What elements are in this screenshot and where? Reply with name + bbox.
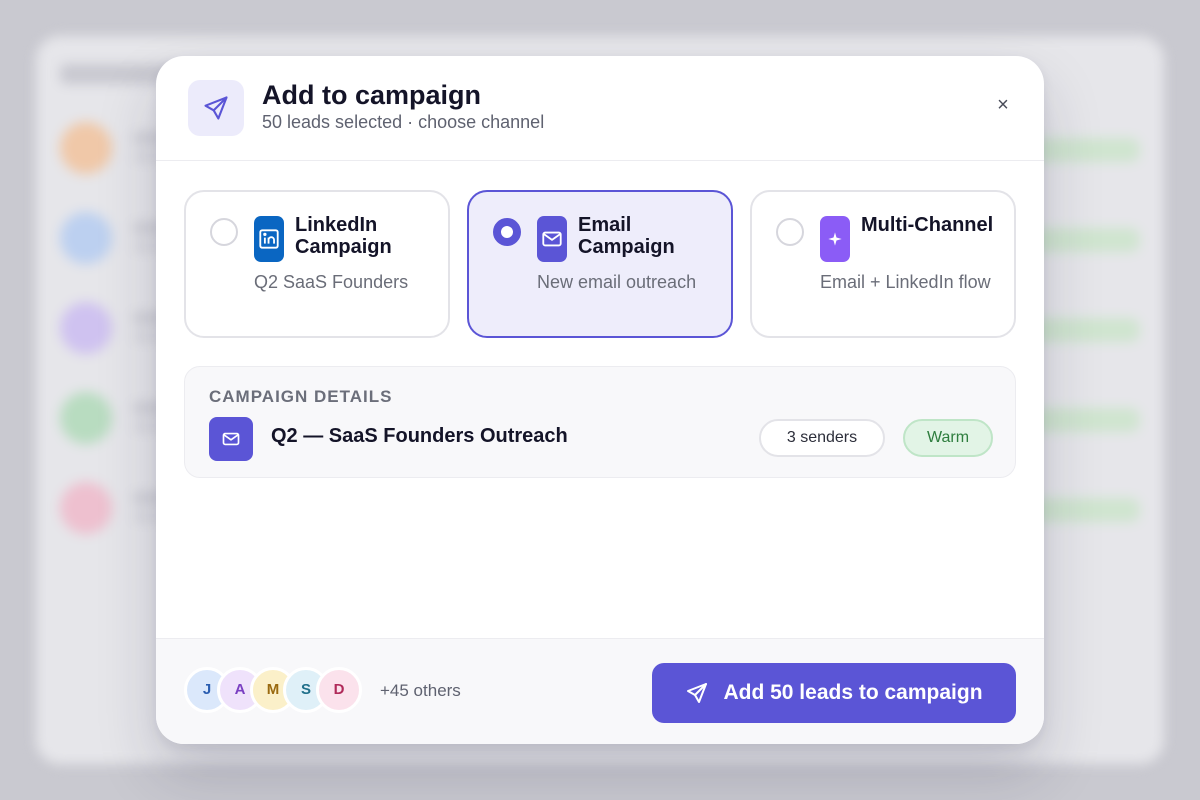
radio-email[interactable] — [493, 218, 521, 246]
campaign-name: Q2 — SaaS Founders Outreach — [271, 425, 568, 447]
modal-title: Add to campaign — [262, 80, 482, 110]
campaign-details: CAMPAIGN DETAILS Q2 — SaaS Founders Outr… — [184, 366, 1016, 478]
status-badge: Warm — [903, 419, 993, 457]
add-to-campaign-modal: Add to campaign 50 leads selected · choo… — [156, 56, 1044, 744]
channel-title: Email Campaign — [578, 214, 675, 258]
mail-icon — [209, 417, 253, 461]
channel-title: Multi-Channel — [861, 214, 994, 236]
sparkle-icon — [820, 216, 850, 262]
add-leads-button[interactable]: Add 50 leads to campaign — [652, 663, 1016, 723]
avatar: D — [316, 667, 362, 713]
channel-description: New email outreach — [537, 272, 697, 292]
mail-icon — [537, 216, 567, 262]
channel-card-email[interactable]: Email Campaign New email outreach — [467, 190, 733, 338]
section-label: CAMPAIGN DETAILS — [209, 387, 393, 406]
radio-linkedin[interactable] — [210, 218, 238, 246]
channel-card-linkedin[interactable]: LinkedIn Campaign Q2 SaaS Founders — [184, 190, 450, 338]
senders-badge: 3 senders — [759, 419, 885, 457]
avatar-stack: J A M S D — [184, 667, 384, 717]
modal-footer: J A M S D +45 others Add 50 leads to cam… — [156, 638, 1044, 744]
channel-options: LinkedIn Campaign Q2 SaaS Founders Email… — [184, 190, 1016, 338]
modal-header: Add to campaign 50 leads selected · choo… — [156, 56, 1044, 161]
modal-subtitle: 50 leads selected · choose channel — [262, 112, 545, 132]
close-icon[interactable]: × — [992, 94, 1014, 116]
channel-description: Email + LinkedIn flow — [820, 272, 991, 292]
linkedin-icon — [254, 216, 284, 262]
send-icon — [188, 80, 244, 136]
radio-multichannel[interactable] — [776, 218, 804, 246]
channel-title: LinkedIn Campaign — [295, 214, 392, 258]
channel-card-multichannel[interactable]: Multi-Channel Email + LinkedIn flow — [750, 190, 1016, 338]
add-leads-button-label: Add 50 leads to campaign — [723, 681, 983, 704]
send-icon — [687, 683, 708, 703]
others-count: +45 others — [380, 681, 461, 700]
channel-description: Q2 SaaS Founders — [254, 272, 409, 292]
